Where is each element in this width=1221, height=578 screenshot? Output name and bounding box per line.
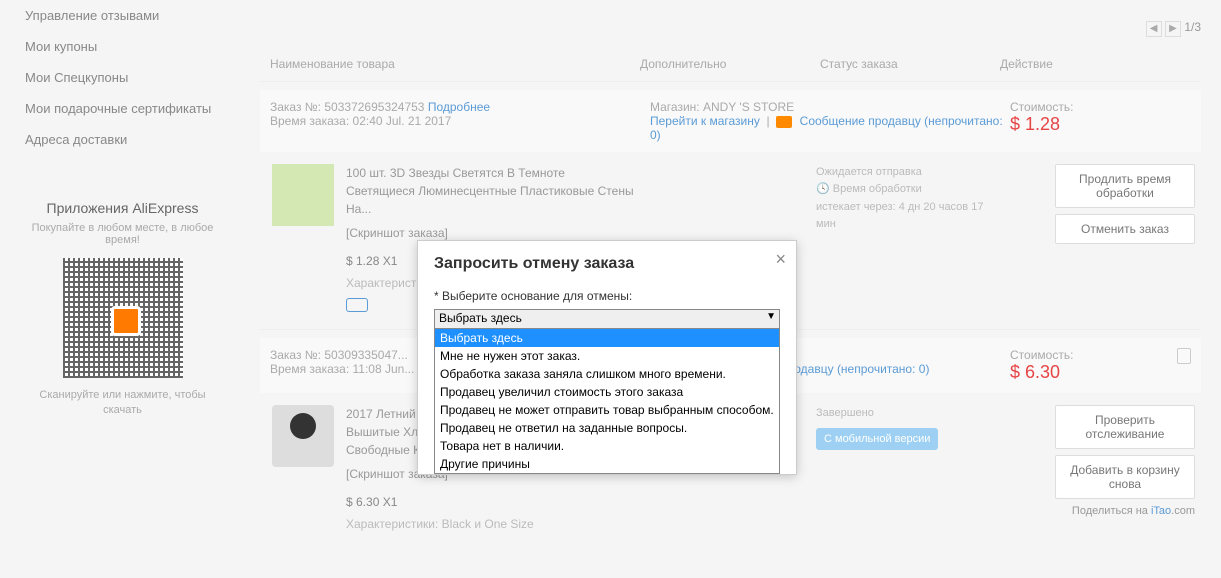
expires-text: истекает через: 4 дн 20 часов 17 мин	[816, 199, 996, 232]
cost-label: Стоимость:	[1010, 100, 1191, 114]
qr-code[interactable]	[63, 258, 183, 378]
option-no-reply[interactable]: Продавец не ответил на заданные вопросы.	[435, 419, 779, 437]
option-not-needed[interactable]: Мне не нужен этот заказ.	[435, 347, 779, 365]
order-num: 503372695324753	[324, 100, 424, 114]
sidebar-item-special[interactable]: Мои Спецкупоны	[10, 62, 235, 93]
product-thumb[interactable]	[272, 405, 334, 467]
message-icon	[776, 116, 792, 128]
track-button[interactable]: Проверить отслеживание	[1055, 405, 1195, 449]
close-icon[interactable]: ×	[775, 249, 786, 270]
processing-time-label: 🕓 Время обработки	[816, 181, 996, 198]
option-out-of-stock[interactable]: Товара нет в наличии.	[435, 437, 779, 455]
cancel-order-button[interactable]: Отменить заказ	[1055, 214, 1195, 244]
sidebar-item-coupons[interactable]: Мои купоны	[10, 31, 235, 62]
order-meta: Заказ №: 503372695324753 Подробнее Время…	[260, 90, 1201, 152]
unread-count: (непрочитано: 0)	[837, 362, 930, 376]
pager-text: 1/3	[1184, 20, 1201, 34]
order-num-label: Заказ №:	[270, 100, 321, 114]
pager: ◀ ▶ 1/3	[260, 20, 1201, 37]
go-store-link[interactable]: Перейти к магазину	[650, 114, 760, 128]
truck-icon	[346, 298, 368, 312]
store-name: ANDY 'S STORE	[703, 100, 794, 114]
order-time-label: Время заказа:	[270, 114, 349, 128]
option-price-raised[interactable]: Продавец увеличил стоимость этого заказа	[435, 383, 779, 401]
line-price: $ 6.30 X1	[346, 493, 636, 511]
order-status: Ожидается отправка	[816, 164, 996, 181]
cancel-modal: × Запросить отмену заказа * Выберите осн…	[417, 240, 797, 475]
scan-text: Сканируйте или нажмите, чтобы скачать	[25, 388, 220, 419]
order-time-label: Время заказа:	[270, 362, 349, 376]
extend-time-button[interactable]: Продлить время обработки	[1055, 164, 1195, 208]
sidebar-item-reviews[interactable]: Управление отзывами	[10, 0, 235, 31]
sidebar: Управление отзывами Мои купоны Мои Спецк…	[10, 0, 235, 434]
characteristics: Характеристики: Black и One Size	[346, 515, 636, 533]
option-other[interactable]: Другие причины	[435, 455, 779, 473]
order-more-link[interactable]: Подробнее	[428, 100, 490, 114]
option-shipping[interactable]: Продавец не может отправить товар выбран…	[435, 401, 779, 419]
header-status: Статус заказа	[820, 57, 1000, 71]
app-promo: Приложения AliExpress Покупайте в любом …	[10, 185, 235, 434]
reason-dropdown: Выбрать здесь Мне не нужен этот заказ. О…	[434, 329, 780, 474]
header-extra: Дополнительно	[640, 57, 820, 71]
mobile-badge: С мобильной версии	[816, 428, 938, 451]
order-time: 11:08 Jun...	[353, 362, 415, 376]
sidebar-item-addresses[interactable]: Адреса доставки	[10, 124, 235, 155]
itao-link: iTao	[1151, 505, 1171, 517]
option-too-long[interactable]: Обработка заказа заняла слишком много вр…	[435, 365, 779, 383]
modal-title: Запросить отмену заказа	[434, 255, 780, 273]
itao-pre: Поделиться на	[1072, 505, 1151, 517]
product-title[interactable]: 100 шт. 3D Звезды Светятся В Темноте Све…	[346, 164, 636, 218]
reason-label: * Выберите основание для отмены:	[434, 289, 780, 303]
order-num: 50309335047...	[324, 348, 407, 362]
itao-post: .com	[1171, 505, 1195, 517]
itao-share[interactable]: Поделиться на iTao.com	[996, 505, 1195, 517]
product-thumb[interactable]	[272, 164, 334, 226]
header-action: Действие	[1000, 57, 1201, 71]
reason-select[interactable]: Выбрать здесь	[434, 309, 780, 329]
order-price: $ 1.28	[1010, 114, 1191, 135]
table-header: Наименование товара Дополнительно Статус…	[260, 47, 1201, 82]
app-title: Приложения AliExpress	[25, 200, 220, 216]
pager-prev-icon[interactable]: ◀	[1146, 21, 1162, 37]
sidebar-item-gift[interactable]: Мои подарочные сертификаты	[10, 93, 235, 124]
cost-label: Стоимость:	[1010, 348, 1191, 362]
store-label: Магазин:	[650, 100, 700, 114]
header-product: Наименование товара	[260, 57, 640, 71]
done-status: Завершено	[816, 405, 996, 422]
option-placeholder[interactable]: Выбрать здесь	[435, 329, 779, 347]
add-cart-button[interactable]: Добавить в корзину снова	[1055, 455, 1195, 499]
app-subtitle: Покупайте в любом месте, в любое время!	[25, 222, 220, 246]
message-seller-link[interactable]: Сообщение продавцу	[800, 114, 921, 128]
order-price: $ 6.30	[1010, 362, 1191, 383]
order-num-label: Заказ №:	[270, 348, 321, 362]
pager-next-icon[interactable]: ▶	[1165, 21, 1181, 37]
order-time: 02:40 Jul. 21 2017	[353, 114, 452, 128]
trash-icon[interactable]	[1177, 348, 1191, 364]
